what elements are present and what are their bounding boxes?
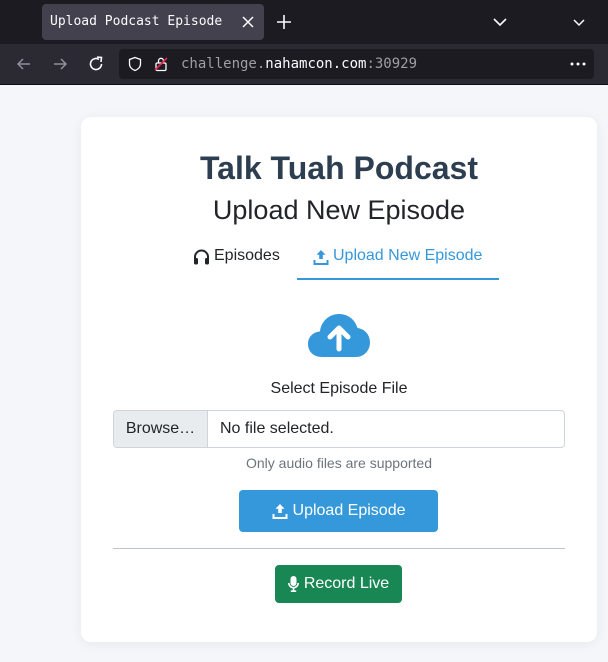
browse-button[interactable]: Browse… [114,411,208,447]
reload-icon[interactable] [86,54,106,74]
episode-file-input[interactable]: Browse… No file selected. [113,410,565,448]
record-live-button[interactable]: Record Live [275,565,402,603]
upload-icon [272,504,288,519]
page-subtitle: Upload New Episode [212,195,466,225]
url-port: :30929 [366,56,418,72]
upload-card: Talk Tuah Podcast Upload New Episode Epi… [81,117,597,642]
tracking-shield-icon[interactable] [127,56,143,72]
address-bar[interactable]: challenge.nahamcon.com:30929 [119,49,594,79]
file-help-text: Only audio files are supported [246,455,432,471]
forward-arrow-icon[interactable] [50,54,70,74]
more-options-icon[interactable] [568,54,588,74]
list-all-tabs-icon[interactable] [490,12,510,32]
url-prefix: challenge. [181,56,266,72]
microphone-icon [287,576,299,592]
record-live-label: Record Live [303,575,390,592]
url-text: challenge.nahamcon.com:30929 [181,56,417,72]
tab-title: Upload Podcast Episode [50,14,223,29]
close-tab-icon[interactable] [238,12,258,32]
browser-tab[interactable]: Upload Podcast Episode [42,4,264,40]
cloud-upload-icon [308,314,370,357]
new-tab-icon[interactable] [274,12,294,32]
tab-episodes-label: Episodes [214,247,280,264]
tab-upload-label: Upload New Episode [333,247,483,264]
insecure-lock-icon[interactable] [153,56,169,72]
back-arrow-icon[interactable] [14,54,34,74]
select-file-label: Select Episode File [270,380,408,397]
divider [113,548,565,549]
site-title: Talk Tuah Podcast [200,150,478,186]
tab-episodes[interactable]: Episodes [193,247,280,280]
upload-episode-button[interactable]: Upload Episode [239,490,438,532]
upload-episode-label: Upload Episode [292,502,406,519]
headphones-icon [194,249,209,265]
file-status-text: No file selected. [220,420,334,437]
chevron-down-icon[interactable] [569,12,589,32]
upload-icon [313,250,329,265]
browser-tab-bar: Upload Podcast Episode [0,0,608,44]
url-host: nahamcon.com [265,56,367,72]
tab-upload-new-episode[interactable]: Upload New Episode [297,247,499,280]
browser-nav-bar: challenge.nahamcon.com:30929 [0,44,608,85]
